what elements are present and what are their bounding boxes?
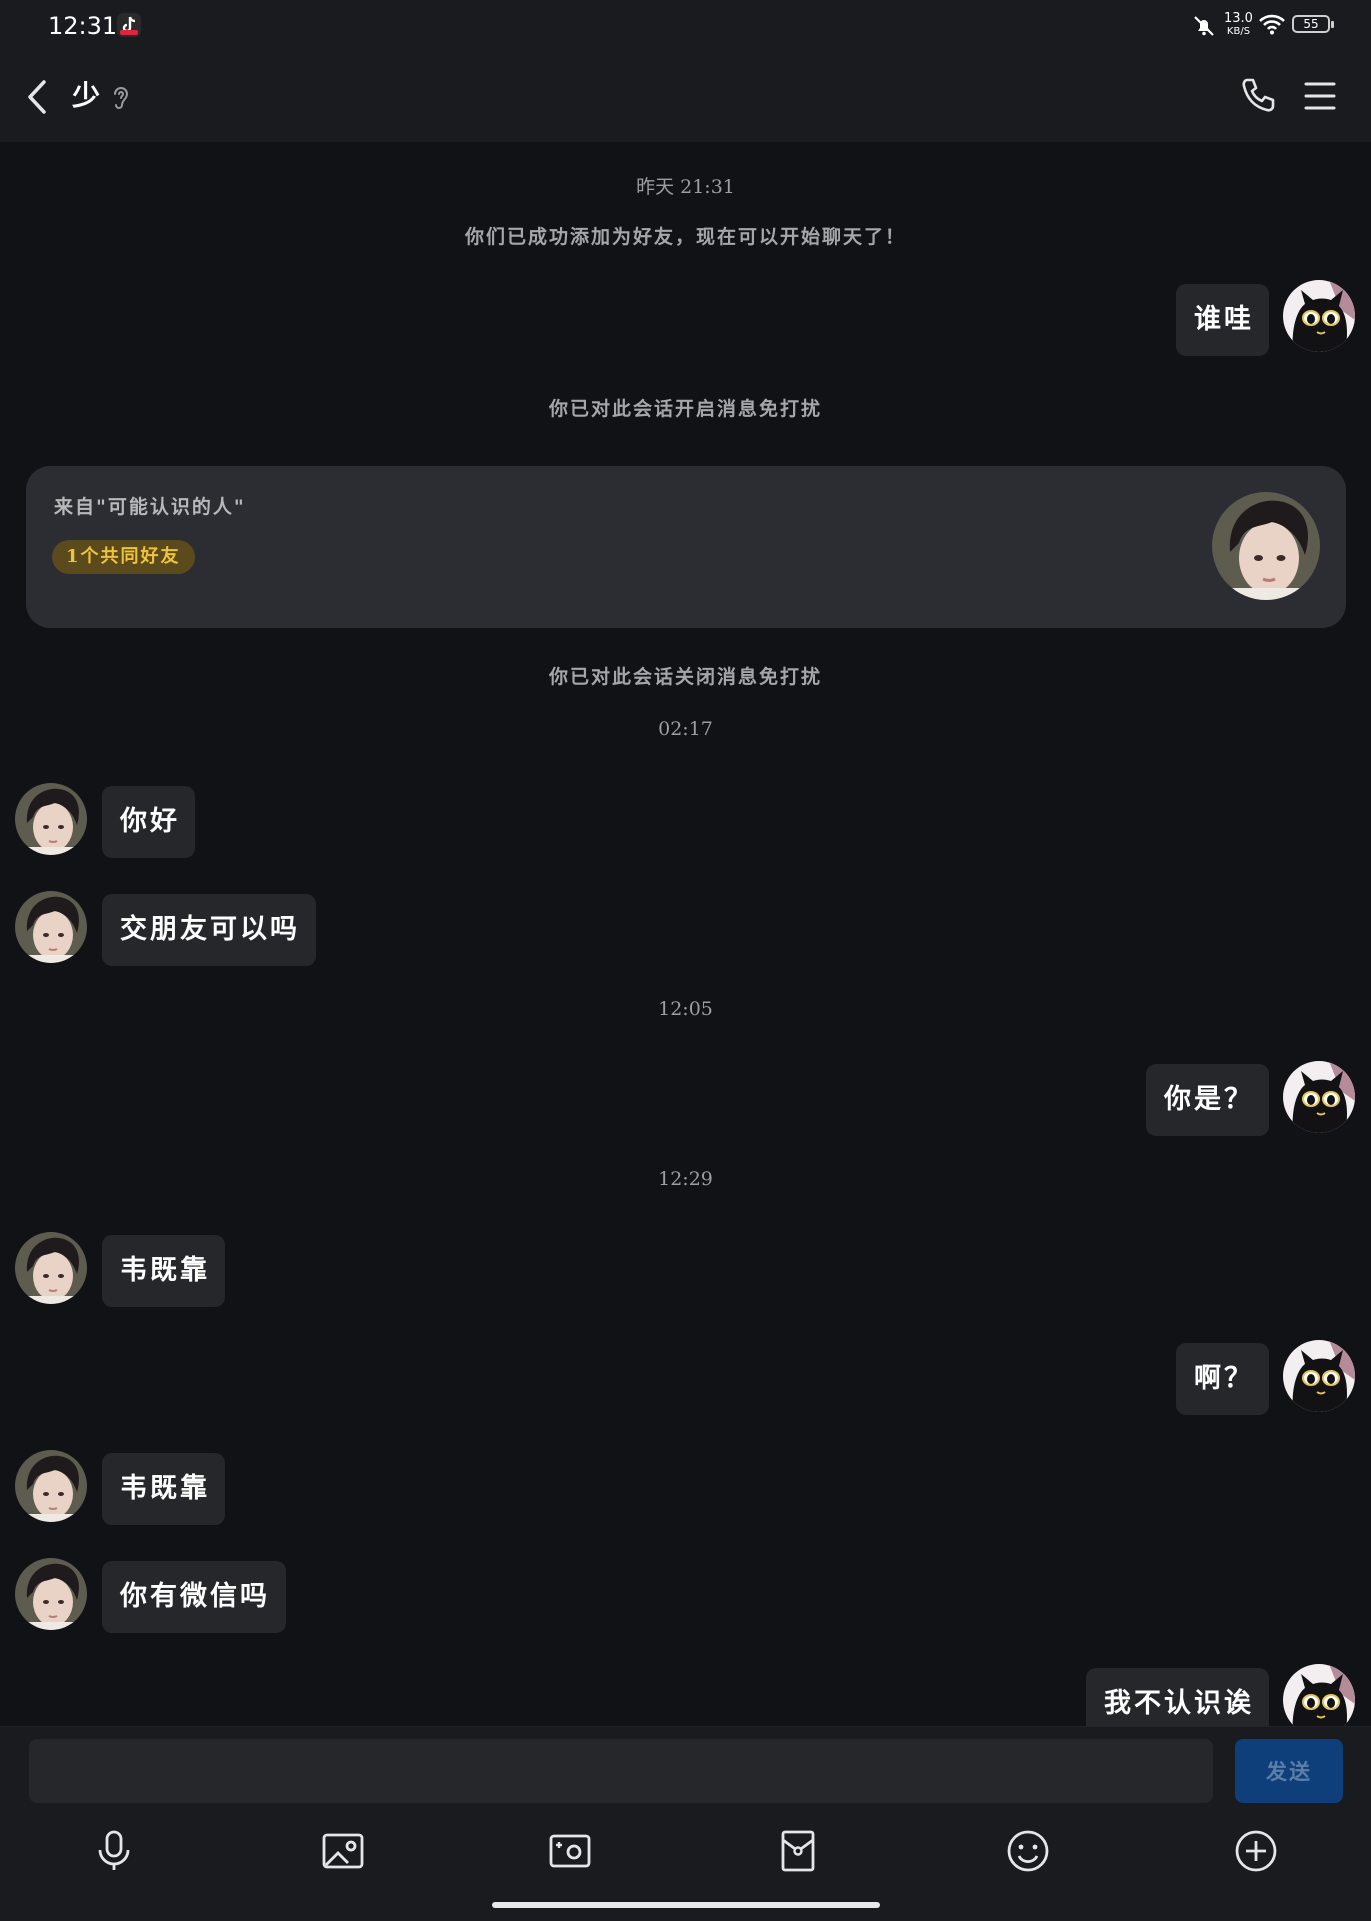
red-packet-icon (781, 1830, 815, 1872)
net-speed-value: 13.0 (1224, 11, 1253, 26)
card-source-label: 来自"可能认识的人" (54, 496, 246, 518)
friend-recommendation-card[interactable]: 来自"可能认识的人" 1个共同好友 (26, 466, 1346, 628)
tiktok-notification-icon (117, 13, 141, 37)
contact-message-bubble[interactable]: 韦既靠 (102, 1453, 225, 1525)
send-button[interactable]: 发送 (1235, 1739, 1343, 1803)
contact-avatar[interactable] (15, 1232, 87, 1304)
status-time: 12:31 (48, 12, 118, 40)
emoji-icon (1007, 1830, 1049, 1872)
mute-bell-icon (1194, 16, 1214, 36)
net-speed-unit: KB/S (1226, 26, 1251, 37)
camera-button[interactable] (546, 1827, 594, 1875)
red-packet-button[interactable] (774, 1827, 822, 1875)
my-message-bubble[interactable]: 啊？ (1176, 1343, 1269, 1415)
status-bar: 12:31 13.0 KB/S 55 (0, 0, 1371, 52)
my-avatar-image (1283, 1340, 1355, 1412)
more-button[interactable] (1232, 1827, 1280, 1875)
contact-card-avatar[interactable] (1212, 492, 1320, 600)
voice-button[interactable] (90, 1827, 138, 1875)
my-message-bubble[interactable]: 谁哇 (1176, 284, 1269, 356)
system-notice-friend-added: 你们已成功添加为好友，现在可以开始聊天了！ (464, 226, 906, 248)
menu-icon[interactable] (1302, 78, 1338, 114)
contact-message-bubble[interactable]: 韦既靠 (102, 1235, 225, 1307)
contact-message-bubble[interactable]: 你有微信吗 (102, 1561, 286, 1633)
contact-avatar-image (15, 891, 87, 963)
chat-header: 少 (0, 52, 1371, 142)
contact-avatar-image (15, 1450, 87, 1522)
my-avatar[interactable] (1283, 1340, 1355, 1412)
contact-avatar-image (15, 1558, 87, 1630)
earpiece-mode-icon (114, 87, 129, 109)
timestamp: 12:29 (658, 1168, 713, 1190)
image-icon (322, 1833, 364, 1869)
message-composer: 发送 (0, 1726, 1371, 1921)
contact-avatar-image (15, 783, 87, 855)
system-notice-dnd-on: 你已对此会话开启消息免打扰 (548, 398, 822, 420)
contact-avatar[interactable] (15, 1558, 87, 1630)
home-indicator[interactable] (492, 1902, 880, 1908)
my-avatar[interactable] (1283, 280, 1355, 352)
timestamp: 02:17 (658, 718, 713, 740)
wifi-icon (1259, 14, 1285, 35)
my-message-bubble[interactable]: 你是？ (1146, 1064, 1269, 1136)
contact-avatar-image (15, 1232, 87, 1304)
back-arrow-icon[interactable] (18, 74, 58, 120)
contact-avatar[interactable] (15, 891, 87, 963)
battery-indicator: 55 (1292, 15, 1334, 33)
microphone-icon (98, 1830, 130, 1870)
contact-avatar[interactable] (15, 1450, 87, 1522)
emoji-button[interactable] (1004, 1827, 1052, 1875)
network-speed: 13.0 KB/S (1224, 12, 1253, 38)
contact-message-bubble[interactable]: 交朋友可以吗 (102, 894, 316, 966)
system-notice-dnd-off: 你已对此会话关闭消息免打扰 (548, 666, 822, 688)
message-input[interactable] (29, 1739, 1213, 1803)
contact-card-avatar-image (1212, 492, 1320, 600)
timestamp: 昨天 21:31 (636, 176, 735, 198)
my-avatar-image (1283, 280, 1355, 352)
plus-circle-icon (1235, 1830, 1277, 1872)
contact-avatar[interactable] (15, 783, 87, 855)
phone-call-icon[interactable] (1238, 74, 1278, 118)
timestamp: 12:05 (658, 998, 713, 1020)
my-avatar[interactable] (1283, 1061, 1355, 1133)
gallery-button[interactable] (319, 1827, 367, 1875)
contact-name[interactable]: 少 (72, 74, 100, 114)
camera-icon (549, 1834, 591, 1868)
contact-message-bubble[interactable]: 你好 (102, 786, 195, 858)
mutual-friends-badge: 1个共同好友 (52, 540, 195, 574)
my-avatar-image (1283, 1061, 1355, 1133)
